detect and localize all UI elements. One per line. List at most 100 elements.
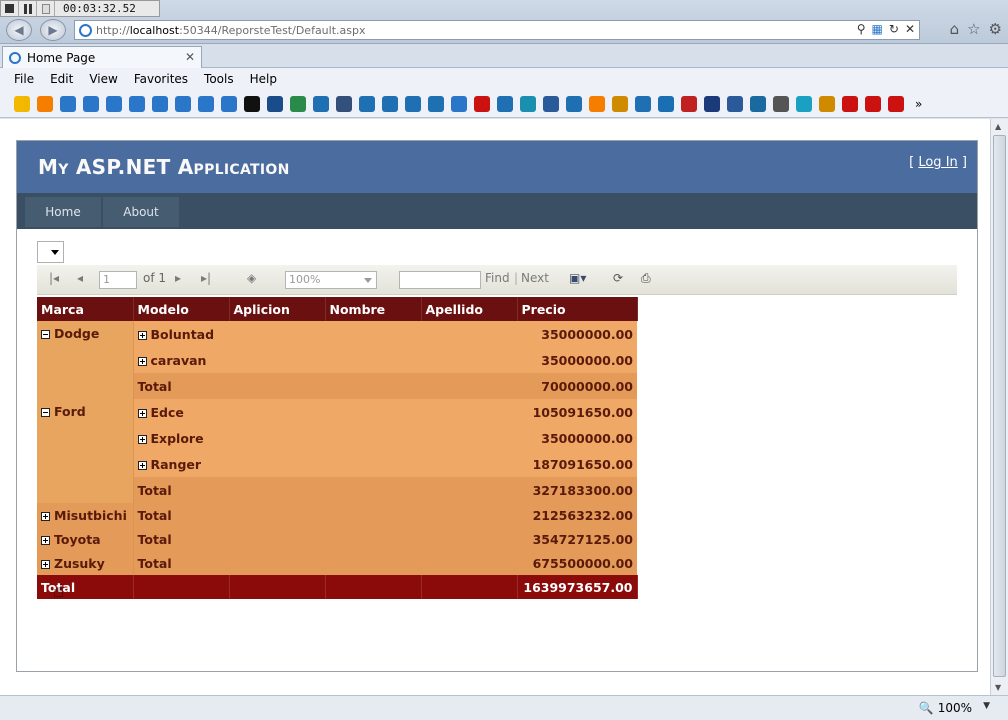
search-icon[interactable]: ⚲ <box>857 22 866 36</box>
news-icon[interactable] <box>336 95 352 112</box>
wiki-icon[interactable] <box>773 95 789 112</box>
ie-icon[interactable] <box>152 95 168 112</box>
forward-button[interactable]: ▶ <box>40 19 66 41</box>
header-marca: Marca <box>37 297 134 321</box>
blogger-icon[interactable] <box>37 95 53 112</box>
menu-file[interactable]: File <box>14 72 34 86</box>
ie-icon[interactable] <box>83 95 99 112</box>
more-favorites-icon[interactable]: » <box>915 97 922 111</box>
a-icon[interactable] <box>750 95 766 112</box>
ie-icon[interactable] <box>221 95 237 112</box>
arrow-icon[interactable] <box>635 95 651 112</box>
report-matrix: Marca Modelo Aplicion Nombre Apellido Pr… <box>37 297 638 599</box>
stop-icon[interactable] <box>1 1 19 16</box>
menu-tools[interactable]: Tools <box>204 72 234 86</box>
ss-icon[interactable] <box>520 95 536 112</box>
expand-icon[interactable] <box>137 330 147 340</box>
arrow-icon[interactable] <box>313 95 329 112</box>
menu-help[interactable]: Help <box>250 72 277 86</box>
nav-about[interactable]: About <box>103 197 179 227</box>
expand-icon[interactable] <box>41 560 50 569</box>
youtube-icon[interactable] <box>865 95 881 112</box>
arrow-icon[interactable] <box>497 95 513 112</box>
tab-home-page[interactable]: Home Page ✕ <box>2 46 202 68</box>
page-number-input[interactable]: 1 <box>99 271 137 289</box>
menu-view[interactable]: View <box>89 72 117 86</box>
record-icon[interactable] <box>37 1 55 16</box>
zoom-level[interactable]: 🔍 100% <box>919 701 972 715</box>
doc-icon[interactable] <box>727 95 743 112</box>
doc-icon[interactable] <box>543 95 559 112</box>
find-input[interactable] <box>399 271 481 289</box>
ie-icon[interactable] <box>451 95 467 112</box>
arrow-icon[interactable] <box>566 95 582 112</box>
grand-empty <box>133 575 230 599</box>
menu-favorites[interactable]: Favorites <box>134 72 188 86</box>
close-tab-icon[interactable]: ✕ <box>185 50 195 64</box>
collapse-icon[interactable] <box>41 330 50 339</box>
grid-icon[interactable] <box>681 95 697 112</box>
scroll-thumb[interactable] <box>993 135 1006 677</box>
expand-icon[interactable] <box>41 512 50 521</box>
g-icon[interactable] <box>704 95 720 112</box>
collapse-icon[interactable] <box>41 408 50 417</box>
ie-icon[interactable] <box>175 95 191 112</box>
figure-icon[interactable] <box>612 95 628 112</box>
last-page-icon[interactable]: ▸| <box>201 271 211 285</box>
previous-page-icon[interactable]: ◂ <box>77 271 83 285</box>
menu-edit[interactable]: Edit <box>50 72 73 86</box>
arrow-icon[interactable] <box>405 95 421 112</box>
first-page-icon[interactable]: |◂ <box>49 271 59 285</box>
ie-icon[interactable] <box>60 95 76 112</box>
arrow-icon[interactable] <box>359 95 375 112</box>
next-link[interactable]: Next <box>521 271 549 285</box>
apellido-cell <box>421 347 517 373</box>
back-to-parent-icon[interactable]: ◈ <box>247 271 256 285</box>
msl-icon[interactable] <box>267 95 283 112</box>
login-link[interactable]: Log In <box>918 155 957 170</box>
expand-icon[interactable] <box>137 434 147 444</box>
print-icon[interactable]: ⎙ <box>641 271 651 286</box>
nombre-cell <box>325 551 421 575</box>
arrow-icon[interactable] <box>428 95 444 112</box>
favorites-star-icon[interactable]: ☆ <box>967 20 980 38</box>
blogger-icon[interactable] <box>589 95 605 112</box>
home-icon[interactable]: ⌂ <box>950 20 960 38</box>
ie-icon[interactable] <box>129 95 145 112</box>
compatibility-icon[interactable]: ▦ <box>872 22 883 36</box>
expand-icon[interactable] <box>137 408 147 418</box>
zoom-select[interactable]: 100% <box>285 271 377 289</box>
header-aplicion: Aplicion <box>229 297 326 321</box>
m-icon[interactable] <box>244 95 260 112</box>
export-icon[interactable]: ▣▾ <box>569 271 586 285</box>
dots-icon[interactable] <box>796 95 812 112</box>
tools-gear-icon[interactable]: ⚙ <box>989 20 1002 38</box>
find-link[interactable]: Find <box>485 271 510 285</box>
expand-icon[interactable] <box>137 356 147 366</box>
pause-icon[interactable] <box>19 1 37 16</box>
report-parameter-dropdown[interactable] <box>37 241 64 263</box>
zoom-dropdown-icon[interactable]: ▼ <box>983 701 990 711</box>
youtube-icon[interactable] <box>888 95 904 112</box>
youtube-icon[interactable] <box>842 95 858 112</box>
ie-icon[interactable] <box>198 95 214 112</box>
expand-icon[interactable] <box>137 460 147 470</box>
scroll-up-icon[interactable]: ▲ <box>995 122 1001 131</box>
star-icon[interactable] <box>14 95 30 112</box>
next-page-icon[interactable]: ▸ <box>175 271 181 285</box>
nav-home[interactable]: Home <box>25 197 101 227</box>
figure-icon[interactable] <box>819 95 835 112</box>
refresh-icon[interactable]: ↻ <box>889 22 899 36</box>
youtube-icon[interactable] <box>474 95 490 112</box>
back-button[interactable]: ◀ <box>6 19 32 41</box>
arrow-icon[interactable] <box>382 95 398 112</box>
globe-icon[interactable] <box>290 95 306 112</box>
stop-load-icon[interactable]: ✕ <box>905 22 915 36</box>
paw-icon[interactable] <box>658 95 674 112</box>
ie-icon[interactable] <box>106 95 122 112</box>
expand-icon[interactable] <box>41 536 50 545</box>
vertical-scrollbar[interactable]: ▲ ▼ <box>990 119 1008 695</box>
scroll-down-icon[interactable]: ▼ <box>995 683 1001 692</box>
address-bar[interactable]: http://localhost:50344/ReporsteTest/Defa… <box>74 20 920 40</box>
refresh-report-icon[interactable]: ⟳ <box>613 271 623 285</box>
